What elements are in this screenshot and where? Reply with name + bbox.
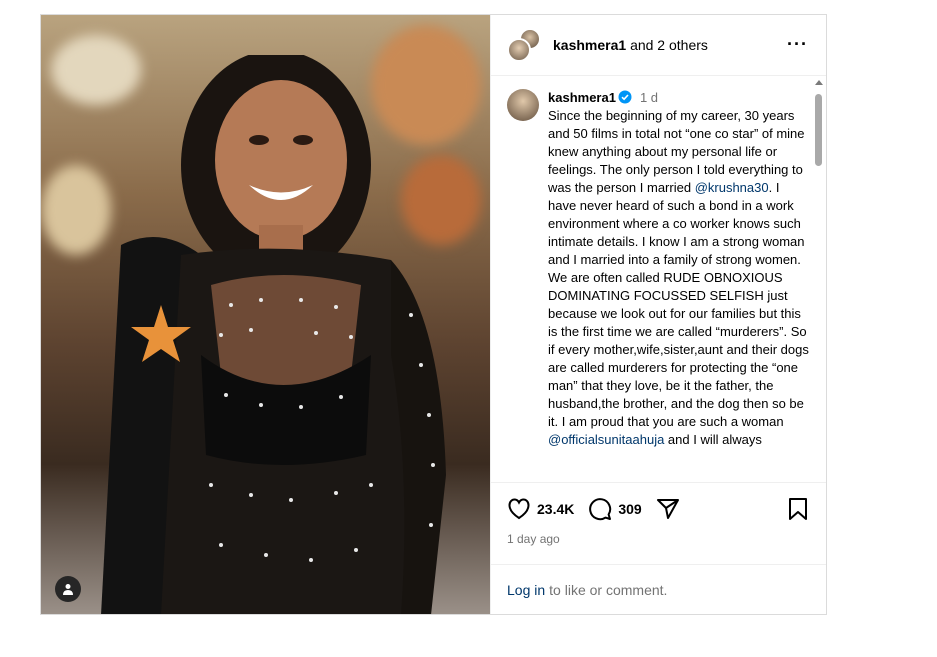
- share-icon: [656, 499, 679, 519]
- verified-badge-icon: [618, 90, 632, 104]
- comment-count[interactable]: 309: [618, 501, 641, 517]
- caption-avatar[interactable]: [507, 89, 539, 121]
- login-link[interactable]: Log in: [507, 582, 545, 598]
- like-count[interactable]: 23.4K: [537, 501, 574, 517]
- caption-scrollbar[interactable]: [814, 80, 823, 482]
- share-button[interactable]: [656, 498, 680, 520]
- heart-icon: [508, 498, 530, 520]
- caption-timestamp[interactable]: 1 d: [640, 90, 658, 105]
- more-options-icon[interactable]: ···: [787, 35, 808, 53]
- mention-link[interactable]: @krushna30: [695, 180, 769, 195]
- bookmark-icon: [789, 498, 807, 520]
- post-actions: 23.4K 309 1 day ago: [491, 482, 826, 564]
- person-figure: [101, 55, 446, 614]
- post-side-panel: kashmera1 and 2 others ··· kashmera1 1 d …: [490, 15, 826, 614]
- post-header: kashmera1 and 2 others ···: [491, 15, 826, 76]
- collab-avatars[interactable]: [507, 28, 541, 62]
- mention-link[interactable]: @officialsunitaahuja: [548, 432, 664, 447]
- header-others-text[interactable]: and 2 others: [630, 37, 708, 53]
- post-date[interactable]: 1 day ago: [507, 532, 810, 546]
- save-button[interactable]: [788, 497, 808, 526]
- caption-area[interactable]: kashmera1 1 d Since the beginning of my c…: [491, 76, 826, 482]
- caption-text-part: . I have never heard of such a bond in a…: [548, 180, 809, 429]
- tagged-users-button[interactable]: [55, 576, 81, 602]
- caption-text-part: and I will always: [664, 432, 762, 447]
- comment-icon: [589, 498, 612, 521]
- header-username-link[interactable]: kashmera1: [553, 37, 626, 53]
- scrollbar-thumb[interactable]: [815, 94, 822, 166]
- post-authors: kashmera1 and 2 others: [553, 37, 708, 53]
- like-button[interactable]: 23.4K: [507, 498, 574, 520]
- comment-button[interactable]: 309: [588, 497, 642, 521]
- post-photo[interactable]: [41, 15, 490, 614]
- login-prompt-text: to like or comment.: [549, 581, 668, 598]
- caption-username-link[interactable]: kashmera1: [548, 90, 616, 105]
- instagram-post: kashmera1 and 2 others ··· kashmera1 1 d …: [40, 14, 827, 615]
- caption-text: kashmera1 1 d Since the beginning of my c…: [548, 89, 810, 449]
- scroll-up-arrow-icon[interactable]: [815, 80, 823, 85]
- user-icon: [63, 584, 73, 595]
- login-prompt: Log in to like or comment.: [491, 564, 826, 614]
- avatar: [507, 38, 531, 62]
